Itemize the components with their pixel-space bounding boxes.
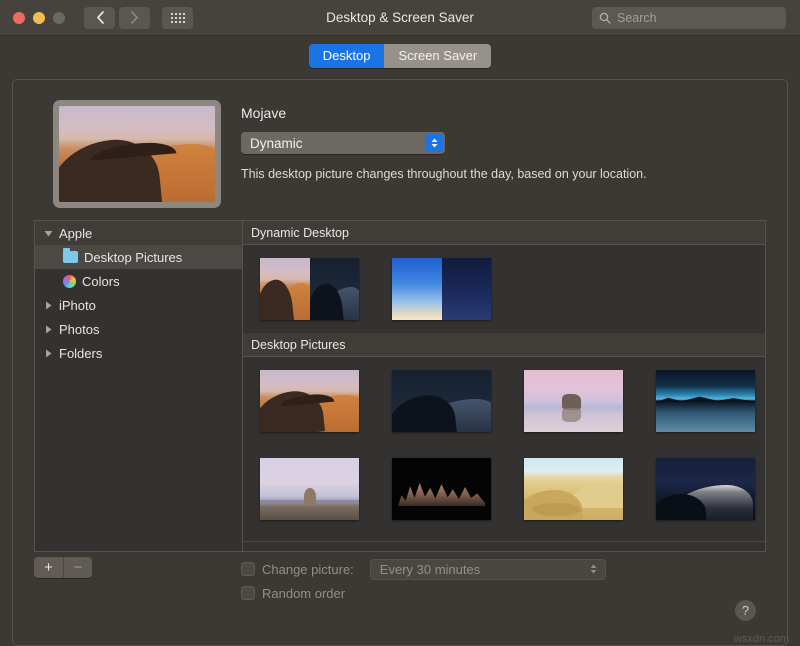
add-folder-button[interactable]: + [34,557,63,578]
grid-bottom-edge [243,541,765,551]
sidebar-item-folders[interactable]: Folders [35,341,242,365]
chevron-left-icon [96,11,104,24]
sidebar-item-label: Colors [82,274,120,289]
search-icon [599,12,611,24]
thumbnail-mojave-day[interactable] [260,370,359,432]
section-header-desktop-pictures: Desktop Pictures [243,333,765,357]
navigation-buttons [84,7,150,29]
mojave-day-artwork [59,106,215,202]
disclosure-triangle-expanded-icon[interactable] [43,229,53,238]
sidebar-item-photos[interactable]: Photos [35,317,242,341]
color-wheel-icon [63,275,76,288]
random-order-line: Random order [241,581,606,605]
sidebar-item-label: iPhoto [59,298,96,313]
sidebar-item-label: Apple [59,226,92,241]
watermark: wsxdn.com [734,633,789,645]
change-picture-checkbox[interactable] [241,562,255,576]
traffic-lights [0,12,65,24]
options-column: Change picture: Every 30 minutes Rand [241,557,606,605]
thumbnail-grid[interactable]: Dynamic Desktop [243,221,765,551]
desktop-pictures-row-1 [243,357,765,445]
desktop-preview-image [59,106,215,202]
disclosure-triangle-collapsed-icon[interactable] [43,301,53,310]
picture-description: This desktop picture changes throughout … [241,167,647,181]
thumbnail-mojave-dynamic[interactable] [260,258,359,320]
disclosure-triangle-collapsed-icon[interactable] [43,325,53,334]
desktop-screensaver-window: Desktop & Screen Saver Search Desktop Sc… [0,0,800,646]
sidebar-item-colors[interactable]: Colors [35,269,242,293]
preview-row: Mojave Dynamic This desktop picture chan… [13,80,787,208]
tab-bar: Desktop Screen Saver [0,36,800,76]
thumbnail-salt-flat-blue[interactable] [656,370,755,432]
preferences-panel: Mojave Dynamic This desktop picture chan… [12,79,788,646]
desktop-preview-frame[interactable] [53,100,221,208]
zoom-button [53,12,65,24]
interval-popup[interactable]: Every 30 minutes [370,559,606,580]
close-button[interactable] [13,12,25,24]
search-placeholder: Search [617,11,657,25]
tab-screen-saver[interactable]: Screen Saver [384,44,491,68]
picture-name: Mojave [241,105,647,121]
add-remove-buttons: + − [34,557,92,578]
dynamic-desktop-row [243,245,765,333]
disclosure-triangle-collapsed-icon[interactable] [43,349,53,358]
thumbnail-salt-pond-rock[interactable] [260,458,359,520]
random-order-label: Random order [262,586,345,601]
thumbnail-solar-gradients[interactable] [392,258,491,320]
thumbnail-golden-dunes[interactable] [524,458,623,520]
preview-info: Mojave Dynamic This desktop picture chan… [241,100,647,208]
source-list: Apple Desktop Pictures Colors iPhoto [35,221,243,551]
chevron-updown-icon [425,134,443,152]
tab-desktop[interactable]: Desktop [309,44,385,68]
appearance-mode-popup[interactable]: Dynamic [241,132,445,154]
help-button[interactable]: ? [735,600,756,621]
sidebar-item-label: Desktop Pictures [84,250,182,265]
thumbnail-desert-rock[interactable] [524,370,623,432]
bottom-bar: + − Change picture: Every 30 minutes [34,557,766,635]
chevron-right-icon [131,11,139,24]
thumbnail-mojave-night[interactable] [392,370,491,432]
folder-icon [63,251,78,263]
sidebar-item-apple[interactable]: Apple [35,221,242,245]
show-all-button[interactable] [162,7,193,29]
minimize-button[interactable] [33,12,45,24]
random-order-checkbox[interactable] [241,586,255,600]
back-button[interactable] [84,7,115,29]
thumbnail-dark-formation[interactable] [392,458,491,520]
desktop-pictures-row-2 [243,445,765,533]
forward-button [119,7,150,29]
sidebar-item-iphoto[interactable]: iPhoto [35,293,242,317]
remove-folder-button: − [63,557,92,578]
sidebar-item-label: Folders [59,346,102,361]
sidebar-item-label: Photos [59,322,99,337]
change-picture-line: Change picture: Every 30 minutes [241,557,606,581]
chevron-updown-icon [589,563,598,575]
section-header-dynamic-desktop: Dynamic Desktop [243,221,765,245]
change-picture-label: Change picture: [262,562,354,577]
segmented-control: Desktop Screen Saver [309,44,491,68]
appearance-mode-value: Dynamic [250,136,303,151]
window-titlebar: Desktop & Screen Saver Search [0,0,800,36]
sidebar-item-desktop-pictures[interactable]: Desktop Pictures [35,245,242,269]
thumbnail-night-dune[interactable] [656,458,755,520]
grid-icon [171,13,185,23]
interval-value: Every 30 minutes [380,562,480,577]
search-field[interactable]: Search [592,7,786,29]
picture-browser: Apple Desktop Pictures Colors iPhoto [34,220,766,552]
